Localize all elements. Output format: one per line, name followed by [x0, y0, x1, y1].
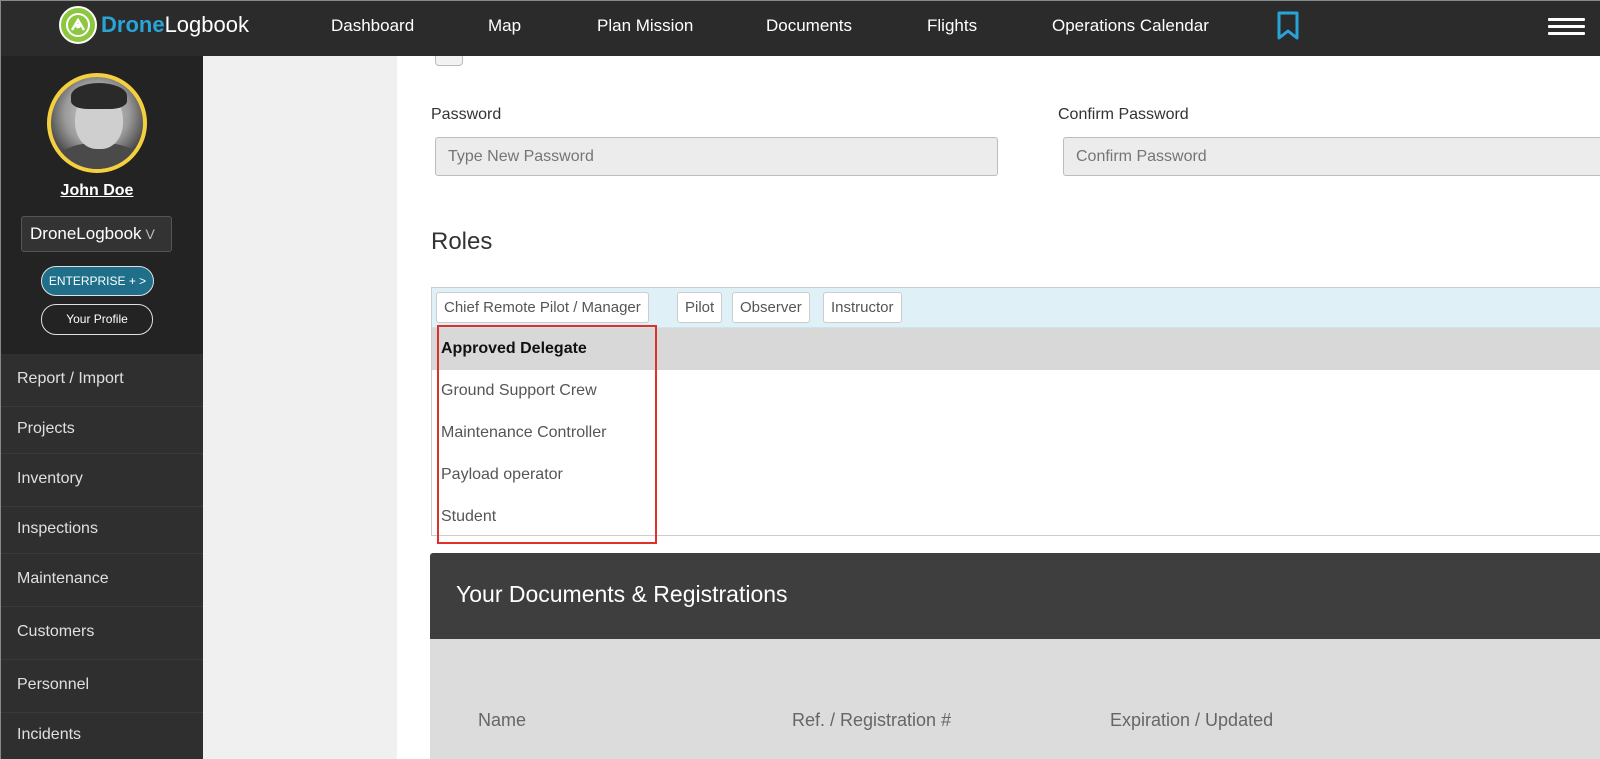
sidebar-item-inspections[interactable]: Inspections: [1, 507, 203, 554]
nav-documents[interactable]: Documents: [766, 16, 852, 36]
logo-text-logbook: Logbook: [164, 12, 249, 37]
password-input[interactable]: [435, 137, 998, 176]
hamburger-line: [1548, 18, 1585, 21]
avatar-hair: [71, 83, 127, 109]
nav-operations-calendar[interactable]: Operations Calendar: [1052, 16, 1209, 36]
enterprise-button[interactable]: ENTERPRISE + >: [41, 266, 154, 296]
bookmark-icon[interactable]: [1276, 11, 1300, 46]
top-navbar: DroneLogbook Dashboard Map Plan Mission …: [1, 1, 1600, 56]
sidebar-item-maintenance[interactable]: Maintenance: [1, 554, 203, 607]
sidebar-item-inventory[interactable]: Inventory: [1, 454, 203, 507]
nav-flights[interactable]: Flights: [927, 16, 977, 36]
role-option-ground-support-crew[interactable]: Ground Support Crew: [432, 370, 1600, 412]
confirm-password-label: Confirm Password: [1058, 106, 1189, 123]
role-option-student[interactable]: Student: [432, 496, 1600, 538]
role-chip-chief-remote-pilot[interactable]: Chief Remote Pilot / Manager: [436, 292, 649, 323]
role-option-approved-delegate[interactable]: Approved Delegate: [432, 328, 1600, 370]
main-content: Password Confirm Password Roles Chief Re…: [397, 56, 1600, 759]
hamburger-line: [1548, 32, 1585, 35]
logo-text-drone: Drone: [101, 12, 165, 37]
nav-dashboard[interactable]: Dashboard: [331, 16, 414, 36]
confirm-password-input[interactable]: [1063, 137, 1600, 176]
logo-text: DroneLogbook: [101, 12, 249, 38]
sidebar-item-incidents[interactable]: Incidents: [1, 713, 203, 759]
role-chip-pilot[interactable]: Pilot: [677, 292, 723, 323]
role-chip-observer[interactable]: Observer: [732, 292, 810, 323]
sidebar-profile-panel: John Doe DroneLogbook V ENTERPRISE + > Yo…: [1, 56, 203, 356]
drone-logo-icon: [59, 6, 97, 44]
partial-checkbox[interactable]: [435, 56, 463, 66]
selected-roles[interactable]: Chief Remote Pilot / Manager Pilot Obser…: [432, 288, 1600, 328]
nav-map[interactable]: Map: [488, 16, 521, 36]
user-name-link[interactable]: John Doe: [1, 182, 193, 200]
sidebar-item-customers[interactable]: Customers: [1, 607, 203, 660]
column-header-name[interactable]: Name: [478, 710, 526, 731]
hamburger-menu-icon[interactable]: [1548, 18, 1585, 36]
documents-table: Name Ref. / Registration # Expiration / …: [430, 639, 1600, 759]
hamburger-line: [1548, 25, 1585, 28]
column-header-expiration[interactable]: Expiration / Updated: [1110, 710, 1273, 731]
sidebar-menu: Report / Import Projects Inventory Inspe…: [1, 354, 203, 759]
sidebar-item-report-import[interactable]: Report / Import: [1, 354, 203, 407]
documents-section-header: Your Documents & Registrations: [430, 553, 1600, 639]
your-profile-button[interactable]: Your Profile: [41, 304, 153, 335]
password-label: Password: [431, 106, 502, 123]
organization-select-value: DroneLogbook: [30, 224, 142, 243]
nav-plan-mission[interactable]: Plan Mission: [597, 16, 693, 36]
sidebar-item-projects[interactable]: Projects: [1, 407, 203, 454]
sidebar-item-personnel[interactable]: Personnel: [1, 660, 203, 713]
chevron-down-icon: V: [145, 226, 155, 242]
roles-title: Roles: [431, 228, 493, 255]
dronelogbook-logo[interactable]: DroneLogbook: [59, 5, 249, 45]
role-option-payload-operator[interactable]: Payload operator: [432, 454, 1600, 496]
documents-title: Your Documents & Registrations: [456, 581, 788, 607]
role-option-maintenance-controller[interactable]: Maintenance Controller: [432, 412, 1600, 454]
role-chip-instructor[interactable]: Instructor: [823, 292, 902, 323]
avatar[interactable]: [47, 73, 147, 173]
organization-select[interactable]: DroneLogbook V: [21, 216, 172, 252]
sidebar: John Doe DroneLogbook V ENTERPRISE + > Yo…: [1, 56, 203, 759]
column-header-registration[interactable]: Ref. / Registration #: [792, 710, 951, 731]
content-gutter: [203, 56, 397, 759]
roles-multiselect[interactable]: Chief Remote Pilot / Manager Pilot Obser…: [431, 287, 1600, 536]
